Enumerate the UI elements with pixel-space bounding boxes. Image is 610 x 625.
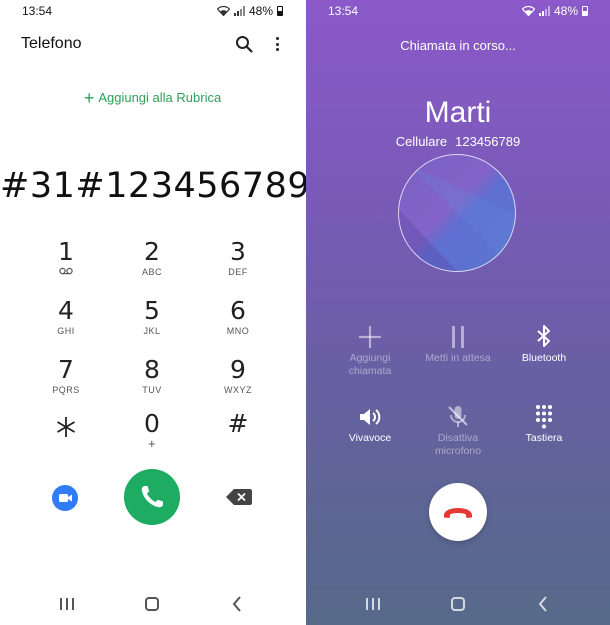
key-8[interactable]: 8 TUV bbox=[122, 356, 182, 396]
add-to-contacts-label: Aggiungi alla Rubrica bbox=[98, 90, 222, 105]
bluetooth-label: Bluetooth bbox=[521, 352, 567, 364]
wifi-icon bbox=[521, 6, 535, 16]
key-3[interactable]: 3 DEF bbox=[208, 238, 268, 278]
status-bar: 13:54 48% bbox=[306, 4, 610, 20]
key-digit: 7 bbox=[58, 355, 74, 384]
key-digit: 8 bbox=[144, 355, 160, 384]
more-options-icon[interactable] bbox=[270, 35, 284, 53]
caller-avatar bbox=[398, 154, 516, 272]
end-call-button[interactable] bbox=[429, 483, 487, 541]
navigation-bar bbox=[306, 595, 610, 615]
battery-icon bbox=[582, 6, 588, 16]
key-digit: 3 bbox=[230, 237, 246, 266]
key-digit: 4 bbox=[58, 296, 74, 325]
speaker-label: Vivavoce bbox=[348, 432, 392, 444]
key-7[interactable]: 7 PQRS bbox=[36, 356, 96, 396]
call-status-text: Chiamata in corso... bbox=[400, 38, 516, 53]
video-call-button[interactable] bbox=[52, 485, 78, 511]
battery-percent: 48% bbox=[248, 4, 273, 18]
key-digit: 9 bbox=[230, 355, 246, 384]
dialer-screen: 13:54 48% Telefono + Aggiungi alla Rubric… bbox=[0, 0, 311, 625]
status-icons: 48% bbox=[216, 4, 283, 18]
key-letters: DEF bbox=[228, 267, 248, 277]
recent-apps-icon[interactable] bbox=[366, 598, 380, 610]
phone-icon bbox=[141, 486, 163, 508]
battery-icon bbox=[277, 6, 283, 16]
mute-label-line2: microfono bbox=[434, 445, 482, 457]
status-time: 13:54 bbox=[22, 4, 53, 18]
signal-icon bbox=[538, 6, 550, 16]
key-0[interactable]: 0 + bbox=[122, 409, 182, 451]
caller-number: 123456789 bbox=[455, 134, 521, 149]
status-icons: 48% bbox=[521, 4, 588, 18]
in-call-screen: 13:54 48% Chiamata in corso... Marti Cel… bbox=[306, 0, 610, 625]
key-2[interactable]: 2 ABC bbox=[122, 238, 182, 278]
video-camera-icon bbox=[59, 494, 72, 502]
key-letters: WXYZ bbox=[224, 385, 252, 395]
key-letters: + bbox=[147, 436, 157, 451]
hold-label: Metti in attesa bbox=[425, 352, 491, 364]
key-digit: 2 bbox=[144, 237, 160, 266]
mute-button[interactable]: Disattiva microfono bbox=[410, 404, 506, 458]
status-bar: 13:54 48% bbox=[0, 4, 305, 20]
hang-up-icon bbox=[444, 508, 472, 518]
key-digit: 1 bbox=[58, 237, 74, 266]
key-letters: MNO bbox=[226, 326, 250, 336]
home-icon[interactable] bbox=[145, 597, 159, 611]
app-title: Telefono bbox=[21, 35, 82, 52]
key-5[interactable]: 5 JKL bbox=[122, 297, 182, 337]
key-letters: TUV bbox=[142, 385, 162, 395]
caller-name: Marti bbox=[424, 96, 492, 129]
call-button[interactable] bbox=[124, 469, 180, 525]
add-call-label-line2: chiamata bbox=[348, 365, 392, 377]
add-to-contacts-link[interactable]: + Aggiungi alla Rubrica bbox=[0, 88, 305, 109]
mic-off-icon bbox=[448, 406, 468, 427]
key-digit: 6 bbox=[230, 296, 246, 325]
key-digit: 5 bbox=[144, 296, 160, 325]
caller-type: Cellulare bbox=[395, 134, 448, 149]
mute-label-line1: Disattiva bbox=[437, 432, 479, 444]
key-star[interactable] bbox=[36, 412, 96, 443]
add-icon bbox=[359, 326, 381, 348]
keypad-label: Tastiera bbox=[525, 432, 563, 444]
add-call-button[interactable]: Aggiungi chiamata bbox=[322, 324, 418, 378]
key-letters: GHI bbox=[57, 326, 75, 336]
key-9[interactable]: 9 WXYZ bbox=[208, 356, 268, 396]
bluetooth-icon bbox=[537, 325, 550, 347]
back-icon[interactable] bbox=[538, 596, 548, 612]
recent-apps-icon[interactable] bbox=[60, 598, 74, 610]
bluetooth-button[interactable]: Bluetooth bbox=[496, 324, 592, 365]
key-1[interactable]: 1 bbox=[36, 238, 96, 278]
status-time: 13:54 bbox=[328, 4, 359, 18]
dialed-number: #31#123456789 bbox=[0, 166, 311, 206]
back-icon[interactable] bbox=[232, 596, 242, 612]
pause-icon bbox=[452, 326, 464, 348]
keypad-button[interactable]: Tastiera bbox=[496, 404, 592, 445]
caller-info: Cellulare 123456789 bbox=[306, 134, 610, 149]
key-digit: # bbox=[227, 409, 249, 438]
key-6[interactable]: 6 MNO bbox=[208, 297, 268, 337]
key-hash[interactable]: # bbox=[208, 410, 268, 438]
keypad-icon bbox=[536, 405, 552, 429]
key-letters: PQRS bbox=[52, 385, 80, 395]
plus-icon: + bbox=[83, 88, 95, 108]
wifi-icon bbox=[216, 6, 230, 16]
hold-button[interactable]: Metti in attesa bbox=[410, 324, 506, 365]
key-letters: ABC bbox=[141, 267, 162, 277]
navigation-bar bbox=[0, 595, 305, 615]
key-letters: JKL bbox=[143, 326, 161, 336]
signal-icon bbox=[233, 6, 245, 16]
search-icon[interactable] bbox=[235, 35, 253, 53]
asterisk-icon bbox=[57, 417, 75, 437]
battery-percent: 48% bbox=[553, 4, 578, 18]
voicemail-icon bbox=[36, 266, 96, 278]
speaker-icon bbox=[360, 409, 381, 425]
backspace-icon[interactable] bbox=[226, 489, 252, 505]
speaker-button[interactable]: Vivavoce bbox=[322, 404, 418, 445]
home-icon[interactable] bbox=[451, 597, 465, 611]
key-4[interactable]: 4 GHI bbox=[36, 297, 96, 337]
key-digit: 0 bbox=[144, 409, 160, 438]
add-call-label-line1: Aggiungi bbox=[349, 352, 391, 364]
